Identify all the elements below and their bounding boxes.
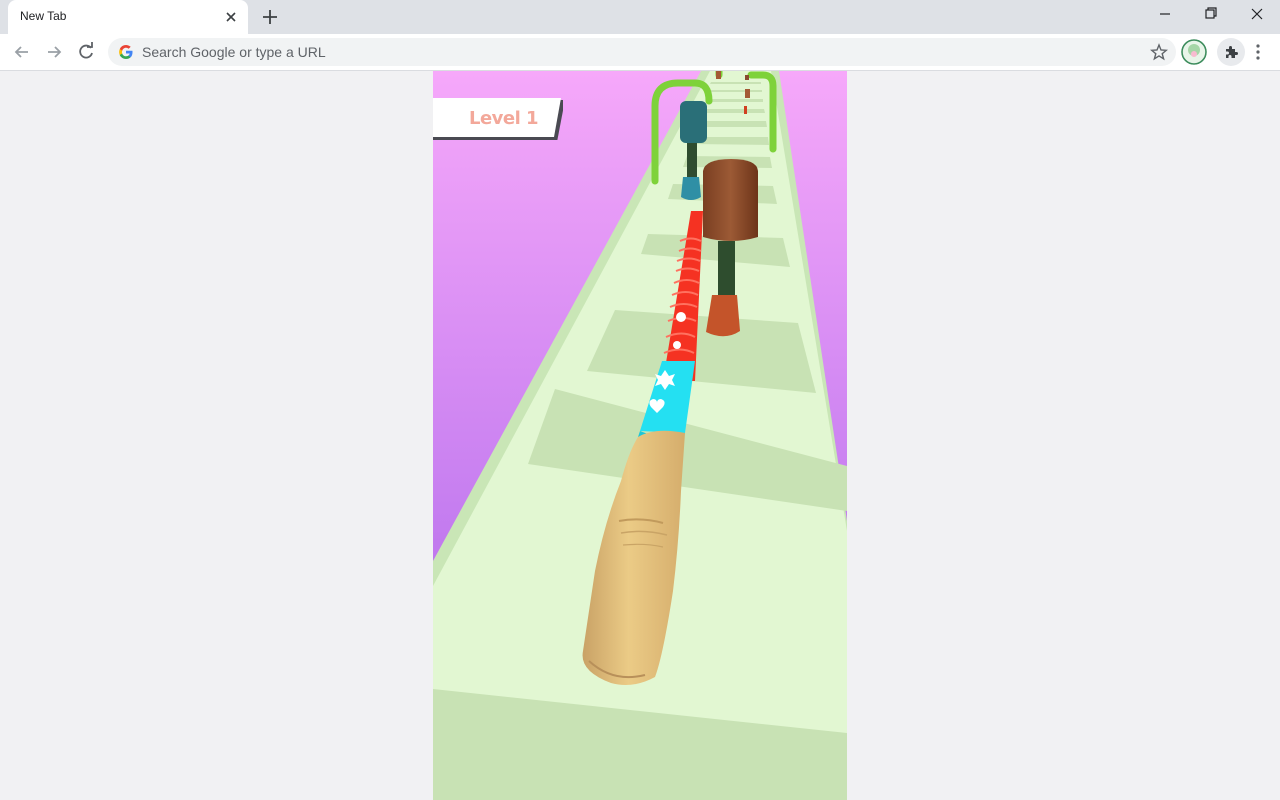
forward-arrow-icon[interactable] (40, 38, 68, 66)
more-menu-icon[interactable] (1249, 40, 1267, 64)
address-bar[interactable]: Search Google or type a URL (108, 38, 1176, 66)
game-scene (433, 71, 847, 800)
tab-title: New Tab (20, 9, 67, 23)
extensions-button[interactable] (1217, 38, 1245, 66)
game-canvas[interactable]: Level 1 (433, 71, 847, 800)
bookmark-star-icon[interactable] (1150, 43, 1168, 61)
profile-avatar-icon[interactable] (1181, 39, 1207, 65)
browser-toolbar: Search Google or type a URL (0, 34, 1280, 71)
puzzle-icon (1226, 46, 1238, 58)
close-icon[interactable] (222, 8, 240, 26)
tab-strip: New Tab (0, 0, 1280, 34)
level-label: Level 1 (469, 108, 539, 129)
back-arrow-icon[interactable] (8, 38, 36, 66)
tab-new-tab[interactable]: New Tab (8, 0, 248, 34)
minimize-icon[interactable] (1142, 0, 1188, 30)
reload-icon[interactable] (72, 38, 100, 66)
restore-icon[interactable] (1188, 0, 1234, 30)
window-close-icon[interactable] (1234, 0, 1280, 30)
google-g-icon (119, 45, 133, 59)
new-tab-plus-icon[interactable] (259, 6, 281, 28)
address-placeholder: Search Google or type a URL (142, 44, 326, 60)
